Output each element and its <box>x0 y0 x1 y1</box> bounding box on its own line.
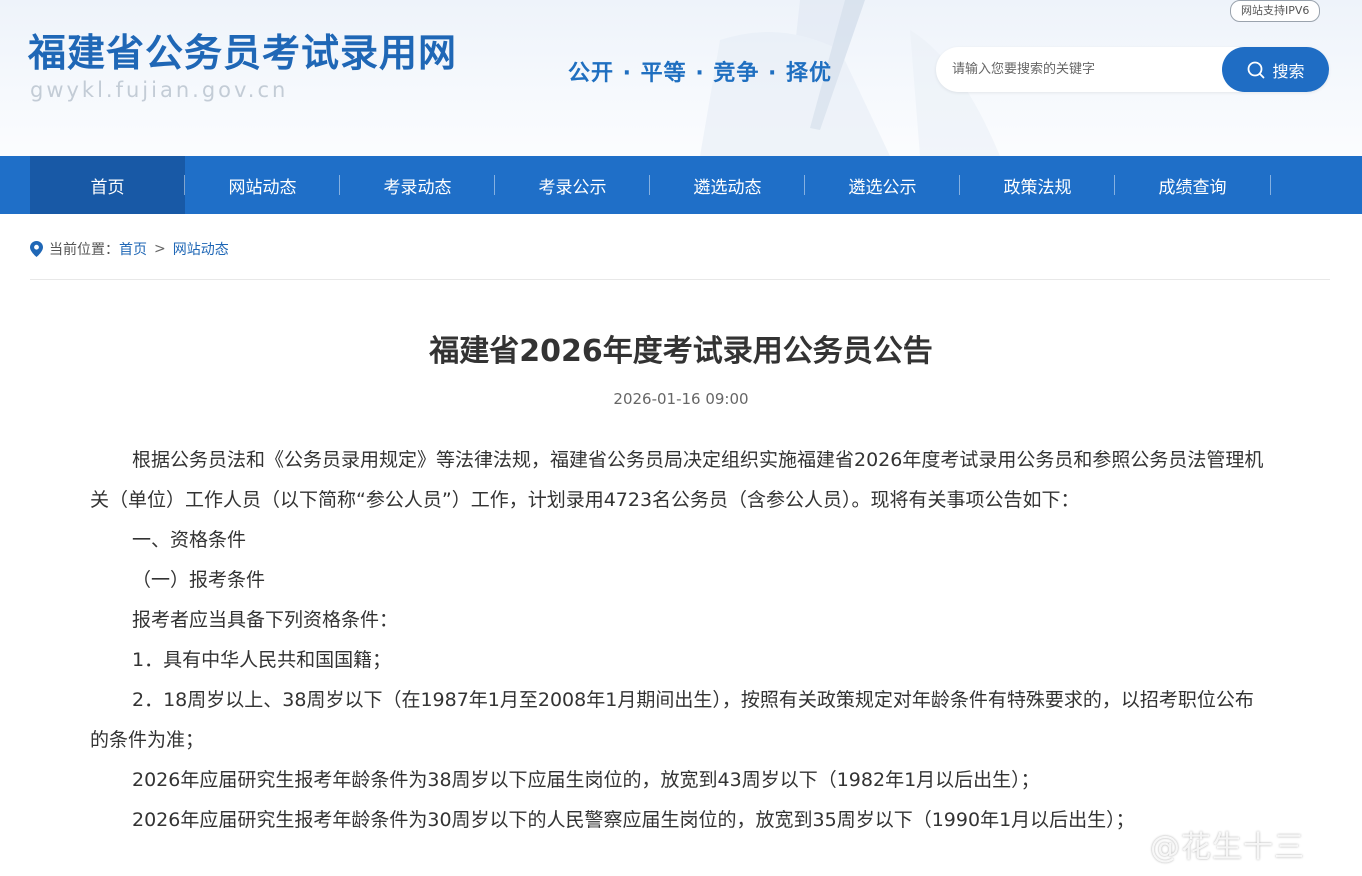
site-header: 福建省公务员考试录用网 gwykl.fujian.gov.cn 公开 · 平等 … <box>0 0 1362 156</box>
site-title[interactable]: 福建省公务员考试录用网 <box>28 22 457 77</box>
article-title: 福建省2026年度考试录用公务员公告 <box>429 334 933 369</box>
search-button[interactable]: 搜索 <box>1222 47 1329 92</box>
article-body: 根据公务员法和《公务员录用规定》等法律法规，福建省公务员局决定组织实施福建省20… <box>90 440 1270 840</box>
article-date: 2026-01-16 09:00 <box>613 390 749 408</box>
main-nav: 首页 网站动态 考录动态 考录公示 遴选动态 遴选公示 政策法规 成绩查询 <box>0 156 1362 214</box>
breadcrumb: 当前位置： 首页 > 网站动态 <box>30 239 229 259</box>
breadcrumb-label: 当前位置： <box>49 242 119 258</box>
nav-item-exam-notice[interactable]: 考录公示 <box>495 156 650 214</box>
search-box: 搜索 <box>936 47 1329 92</box>
nav-item-home[interactable]: 首页 <box>30 156 185 214</box>
article-paragraph: （一）报考条件 <box>132 569 266 591</box>
breadcrumb-home-link[interactable]: 首页 <box>119 239 147 259</box>
article-paragraph: 2．18周岁以上、38周岁以下（在1987年1月至2008年1月期间出生），按照… <box>90 689 1254 751</box>
location-pin-icon <box>30 241 43 257</box>
search-button-label: 搜索 <box>1272 61 1305 81</box>
article-paragraph: 1．具有中华人民共和国国籍； <box>132 649 392 671</box>
divider <box>30 279 1330 280</box>
article-paragraph: 报考者应当具备下列资格条件： <box>132 609 399 631</box>
search-input[interactable] <box>952 47 1212 92</box>
article-paragraph: 2026年应届研究生报考年龄条件为38周岁以下应届生岗位的，放宽到43周岁以下（… <box>132 769 1040 791</box>
nav-item-selection-news[interactable]: 遴选动态 <box>650 156 805 214</box>
search-icon <box>1248 61 1265 78</box>
article-paragraph: 2026年应届研究生报考年龄条件为30周岁以下的人民警察应届生岗位的，放宽到35… <box>132 809 1135 831</box>
site-url: gwykl.fujian.gov.cn <box>30 78 289 102</box>
slogan: 公开 · 平等 · 竞争 · 择优 <box>568 61 833 86</box>
article-paragraph: 根据公务员法和《公务员录用规定》等法律法规，福建省公务员局决定组织实施福建省20… <box>90 449 1264 511</box>
watermark: @花生十三 <box>1150 830 1305 865</box>
nav-item-selection-notice[interactable]: 遴选公示 <box>805 156 960 214</box>
nav-item-site-news[interactable]: 网站动态 <box>185 156 340 214</box>
ipv6-badge: 网站支持IPV6 <box>1230 0 1321 22</box>
article-paragraph: 一、资格条件 <box>132 529 247 551</box>
breadcrumb-separator: > <box>154 241 166 257</box>
breadcrumb-current-link[interactable]: 网站动态 <box>173 239 229 259</box>
nav-item-score-query[interactable]: 成绩查询 <box>1115 156 1271 214</box>
nav-item-policy[interactable]: 政策法规 <box>960 156 1115 214</box>
nav-item-exam-news[interactable]: 考录动态 <box>340 156 495 214</box>
